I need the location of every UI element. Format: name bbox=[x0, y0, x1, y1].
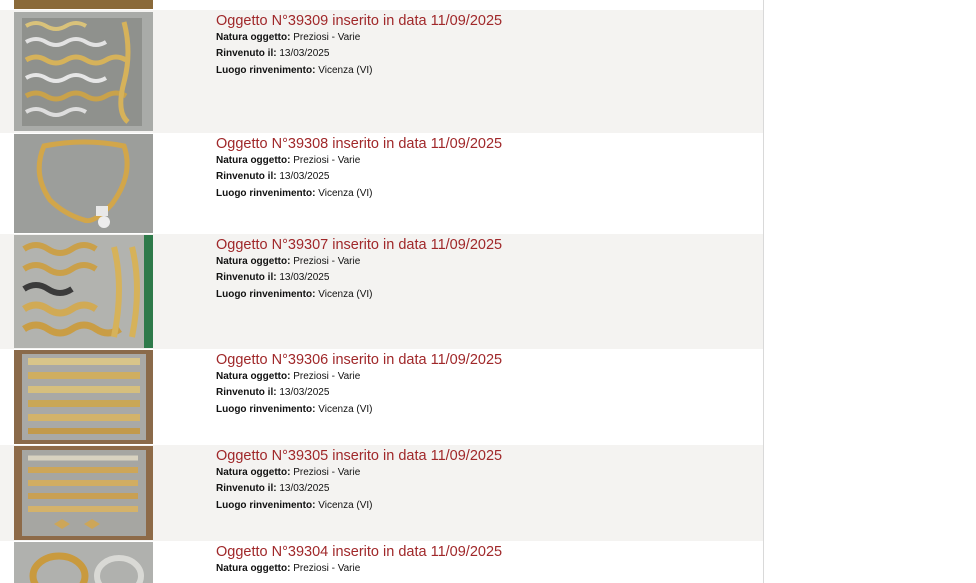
natura-value: Preziosi - Varie bbox=[293, 256, 361, 267]
natura-value: Preziosi - Varie bbox=[293, 32, 361, 43]
jewelry-photo-icon bbox=[14, 12, 153, 131]
list-item: Oggetto N°39309 inserito in data 11/09/2… bbox=[0, 10, 763, 133]
item-info: Oggetto N°39304 inserito in data 11/09/2… bbox=[216, 543, 502, 577]
natura-field: Natura oggetto: Preziosi - Varie bbox=[216, 30, 502, 46]
natura-field: Natura oggetto: Preziosi - Varie bbox=[216, 369, 502, 385]
jewelry-photo-icon bbox=[14, 446, 153, 540]
item-thumbnail[interactable] bbox=[14, 12, 153, 131]
natura-label: Natura oggetto: bbox=[216, 32, 291, 43]
luogo-label: Luogo rinvenimento: bbox=[216, 499, 316, 511]
luogo-field: Luogo rinvenimento: Vicenza (VI) bbox=[216, 186, 502, 202]
item-thumbnail[interactable] bbox=[14, 350, 153, 444]
item-title-link[interactable]: Oggetto N°39305 inserito in data 11/09/2… bbox=[216, 447, 502, 465]
natura-label: Natura oggetto: bbox=[216, 467, 291, 478]
jewelry-photo-icon bbox=[14, 134, 153, 233]
rinvenuto-value: 13/03/2025 bbox=[279, 171, 330, 183]
item-thumbnail[interactable] bbox=[14, 134, 153, 233]
item-title-link[interactable]: Oggetto N°39309 inserito in data 11/09/2… bbox=[216, 12, 502, 30]
rinvenuto-value: 13/03/2025 bbox=[279, 272, 330, 284]
item-title-link[interactable]: Oggetto N°39306 inserito in data 11/09/2… bbox=[216, 351, 502, 369]
natura-field: Natura oggetto: Preziosi - Varie bbox=[216, 254, 502, 270]
item-info: Oggetto N°39305 inserito in data 11/09/2… bbox=[216, 447, 502, 514]
luogo-label: Luogo rinvenimento: bbox=[216, 64, 316, 76]
luogo-field: Luogo rinvenimento: Vicenza (VI) bbox=[216, 63, 502, 79]
list-item: Oggetto N°39304 inserito in data 11/09/2… bbox=[0, 541, 763, 583]
natura-label: Natura oggetto: bbox=[216, 563, 291, 574]
natura-value: Preziosi - Varie bbox=[293, 155, 361, 166]
item-title-link[interactable]: Oggetto N°39304 inserito in data 11/09/2… bbox=[216, 543, 502, 561]
luogo-field: Luogo rinvenimento: Vicenza (VI) bbox=[216, 402, 502, 418]
list-item: Oggetto N°39305 inserito in data 11/09/2… bbox=[0, 445, 763, 541]
rinvenuto-label: Rinvenuto il: bbox=[216, 171, 277, 183]
item-title-link[interactable]: Oggetto N°39307 inserito in data 11/09/2… bbox=[216, 236, 502, 254]
natura-value: Preziosi - Varie bbox=[293, 563, 361, 574]
rinvenuto-field: Rinvenuto il: 13/03/2025 bbox=[216, 270, 502, 286]
rinvenuto-field: Rinvenuto il: 13/03/2025 bbox=[216, 169, 502, 185]
luogo-label: Luogo rinvenimento: bbox=[216, 403, 316, 415]
rinvenuto-value: 13/03/2025 bbox=[279, 48, 330, 60]
rinvenuto-field: Rinvenuto il: 13/03/2025 bbox=[216, 46, 502, 62]
item-info: Oggetto N°39309 inserito in data 11/09/2… bbox=[216, 12, 502, 79]
item-thumbnail[interactable] bbox=[14, 446, 153, 540]
natura-field: Natura oggetto: Preziosi - Varie bbox=[216, 153, 502, 169]
luogo-label: Luogo rinvenimento: bbox=[216, 187, 316, 199]
luogo-value: Vicenza (VI) bbox=[318, 187, 373, 199]
rinvenuto-label: Rinvenuto il: bbox=[216, 48, 277, 60]
list-item: Oggetto N°39308 inserito in data 11/09/2… bbox=[0, 133, 763, 234]
item-title-link[interactable]: Oggetto N°39308 inserito in data 11/09/2… bbox=[216, 135, 502, 153]
natura-field: Natura oggetto: Preziosi - Varie bbox=[216, 465, 502, 481]
item-info: Oggetto N°39307 inserito in data 11/09/2… bbox=[216, 236, 502, 303]
natura-field: Natura oggetto: Preziosi - Varie bbox=[216, 561, 502, 577]
rinvenuto-field: Rinvenuto il: 13/03/2025 bbox=[216, 385, 502, 401]
luogo-value: Vicenza (VI) bbox=[318, 403, 373, 415]
list-item: Oggetto N°39307 inserito in data 11/09/2… bbox=[0, 234, 763, 349]
item-info: Oggetto N°39308 inserito in data 11/09/2… bbox=[216, 135, 502, 202]
item-thumbnail[interactable] bbox=[14, 542, 153, 583]
rinvenuto-label: Rinvenuto il: bbox=[216, 483, 277, 495]
previous-item-thumbnail-edge[interactable] bbox=[14, 0, 153, 9]
rinvenuto-label: Rinvenuto il: bbox=[216, 387, 277, 399]
natura-value: Preziosi - Varie bbox=[293, 467, 361, 478]
luogo-value: Vicenza (VI) bbox=[318, 64, 373, 76]
found-items-list: Oggetto N°39309 inserito in data 11/09/2… bbox=[0, 0, 764, 583]
item-thumbnail[interactable] bbox=[14, 235, 153, 348]
natura-label: Natura oggetto: bbox=[216, 371, 291, 382]
item-info: Oggetto N°39306 inserito in data 11/09/2… bbox=[216, 351, 502, 418]
jewelry-photo-icon bbox=[14, 235, 153, 348]
natura-value: Preziosi - Varie bbox=[293, 371, 361, 382]
rinvenuto-field: Rinvenuto il: 13/03/2025 bbox=[216, 481, 502, 497]
list-item: Oggetto N°39306 inserito in data 11/09/2… bbox=[0, 349, 763, 445]
luogo-label: Luogo rinvenimento: bbox=[216, 288, 316, 300]
luogo-field: Luogo rinvenimento: Vicenza (VI) bbox=[216, 287, 502, 303]
luogo-value: Vicenza (VI) bbox=[318, 288, 373, 300]
luogo-value: Vicenza (VI) bbox=[318, 499, 373, 511]
jewelry-photo-icon bbox=[14, 542, 153, 583]
rinvenuto-value: 13/03/2025 bbox=[279, 483, 330, 495]
luogo-field: Luogo rinvenimento: Vicenza (VI) bbox=[216, 498, 502, 514]
rinvenuto-label: Rinvenuto il: bbox=[216, 272, 277, 284]
natura-label: Natura oggetto: bbox=[216, 155, 291, 166]
jewelry-photo-icon bbox=[14, 350, 153, 444]
rinvenuto-value: 13/03/2025 bbox=[279, 387, 330, 399]
natura-label: Natura oggetto: bbox=[216, 256, 291, 267]
